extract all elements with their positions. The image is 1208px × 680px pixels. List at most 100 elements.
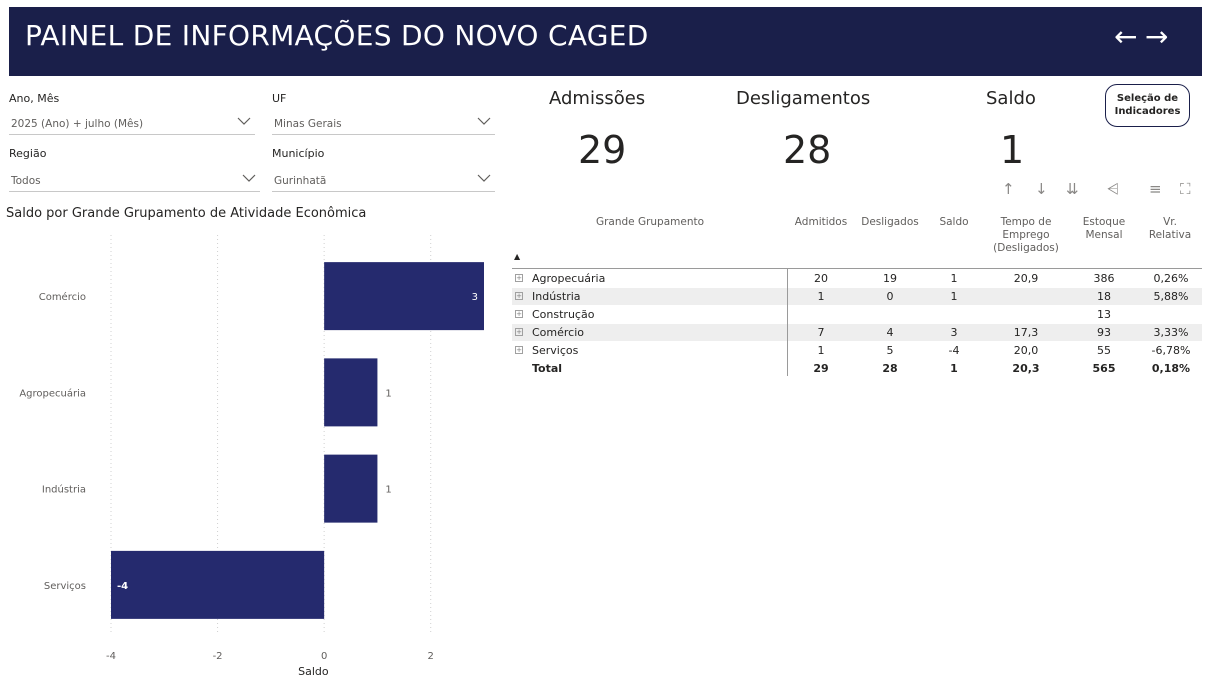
table-row[interactable]: + Comércio 7 4 3 17,3 93 3,33%	[512, 324, 1202, 341]
expand-row-icon[interactable]: +	[515, 310, 523, 318]
cell-saldo: 1	[950, 290, 958, 303]
filter-icon[interactable]: ≡	[1149, 182, 1162, 197]
cell-admitidos: 7	[817, 326, 825, 339]
x-tick-label: -2	[213, 651, 223, 662]
x-tick-label: 0	[321, 651, 327, 662]
table-row[interactable]: + Agropecuária 20 19 1 20,9 386 0,26%	[512, 270, 1202, 287]
hierarchy-icon[interactable]: ⩤	[1107, 182, 1119, 197]
saldo-bar-chart: -4 -2 0 2 Saldo Comércio 3 Agropecuária 1 Indústr…	[19, 235, 484, 678]
kpi-desligamentos-value: 28	[783, 128, 832, 172]
cell-saldo: -4	[948, 344, 960, 357]
chevron-down-icon	[477, 174, 491, 182]
row-name: Agropecuária	[532, 272, 606, 285]
header-vr-line2: Relativa	[1148, 229, 1192, 241]
cell-vr: 3,33%	[1153, 326, 1189, 339]
header-saldo[interactable]: Saldo	[932, 216, 976, 229]
x-tick-label: 2	[428, 651, 434, 662]
row-name: Comércio	[532, 326, 585, 339]
kpi-saldo-value: 1	[1000, 128, 1025, 172]
cell-admitidos: 1	[817, 344, 825, 357]
header-desligados[interactable]: Desligados	[855, 216, 925, 229]
header-tempo-emprego[interactable]: Tempo de Emprego (Desligados)	[986, 216, 1066, 255]
cell-estoque: 565	[1092, 362, 1116, 375]
selecao-label-line2: Indicadores	[1114, 106, 1181, 117]
table-row[interactable]: + Indústria 1 0 1 18 5,88%	[512, 288, 1202, 305]
row-name: Total	[532, 362, 563, 375]
row-name: Construção	[532, 308, 595, 321]
cell-estoque: 55	[1097, 344, 1111, 357]
regiao-dropdown[interactable]: Todos	[9, 170, 260, 192]
kpi-admissoes-value: 29	[578, 128, 627, 172]
cell-saldo: 1	[950, 362, 958, 375]
cell-saldo: 3	[950, 326, 958, 339]
selecao-label-line1: Seleção de	[1116, 93, 1179, 104]
kpi-admissoes-label: Admissões	[549, 88, 646, 109]
selecao-indicadores-button[interactable]: Seleção de Indicadores	[1105, 84, 1190, 127]
chevron-down-icon	[237, 117, 251, 125]
focus-mode-icon[interactable]: ⛶	[1180, 182, 1191, 197]
column-divider	[787, 269, 788, 376]
expand-row-icon[interactable]: +	[515, 274, 523, 282]
cell-tempo: 17,3	[1013, 326, 1039, 339]
sort-up-icon[interactable]: ↑	[1002, 182, 1015, 197]
cell-admitidos: 1	[817, 290, 825, 303]
data-label: 1	[385, 485, 391, 496]
category-label: Comércio	[39, 291, 86, 303]
cell-tempo: 20,9	[1013, 272, 1039, 285]
page-title: PAINEL DE INFORMAÇÕES DO NOVO CAGED	[25, 19, 649, 52]
cell-vr: 0,18%	[1151, 362, 1191, 375]
municipio-label: Município	[272, 147, 325, 160]
ano-mes-dropdown[interactable]: 2025 (Ano) + julho (Mês)	[9, 113, 255, 135]
table-row[interactable]: + Serviços 1 5 -4 20,0 55 -6,78%	[512, 342, 1202, 359]
cell-desligados: 4	[886, 326, 894, 339]
municipio-value: Gurinhatã	[274, 175, 327, 187]
sort-down-icon[interactable]: ↓	[1035, 182, 1048, 197]
data-label: 3	[472, 292, 478, 303]
header-tempo-line1: Tempo de	[1000, 216, 1052, 228]
expand-row-icon[interactable]: +	[515, 292, 523, 300]
chevron-down-icon	[477, 117, 491, 125]
ano-mes-label: Ano, Mês	[9, 92, 60, 105]
sort-ascending-icon: ▲	[514, 252, 521, 261]
cell-estoque: 386	[1093, 272, 1115, 285]
expand-all-icon[interactable]: ⇊	[1066, 182, 1079, 197]
data-label: 1	[385, 388, 391, 399]
header-admitidos[interactable]: Admitidos	[789, 216, 853, 229]
cell-estoque: 18	[1097, 290, 1111, 303]
header-bar: PAINEL DE INFORMAÇÕES DO NOVO CAGED ← →	[9, 7, 1202, 76]
expand-row-icon[interactable]: +	[515, 328, 523, 336]
expand-row-icon[interactable]: +	[515, 346, 523, 354]
header-tempo-line3: (Desligados)	[993, 242, 1059, 254]
header-grupamento[interactable]: Grande Grupamento	[580, 216, 720, 229]
table-row[interactable]: + Construção 13	[512, 306, 1202, 323]
cell-desligados: 5	[886, 344, 894, 357]
regiao-value: Todos	[11, 175, 41, 187]
category-label: Indústria	[42, 484, 86, 496]
row-name: Indústria	[532, 290, 581, 303]
cell-vr: 0,26%	[1153, 272, 1189, 285]
row-name: Serviços	[532, 344, 579, 357]
bar	[324, 454, 378, 523]
cell-tempo: 20,0	[1013, 344, 1039, 357]
kpi-saldo-label: Saldo	[986, 88, 1036, 109]
category-label: Agropecuária	[19, 387, 86, 399]
cell-saldo: 1	[950, 272, 958, 285]
chevron-down-icon	[242, 174, 256, 182]
header-vr-relativa[interactable]: Vr. Relativa	[1140, 216, 1200, 242]
municipio-dropdown[interactable]: Gurinhatã	[272, 170, 495, 192]
uf-dropdown[interactable]: Minas Gerais	[272, 113, 495, 135]
cell-estoque: 93	[1097, 326, 1111, 339]
cell-vr: 5,88%	[1153, 290, 1189, 303]
table-total-row[interactable]: Total 29 28 1 20,3 565 0,18%	[512, 360, 1202, 377]
header-estoque-line1: Estoque	[1082, 216, 1126, 228]
bar	[324, 262, 484, 331]
header-estoque-line2: Mensal	[1085, 229, 1123, 241]
forward-arrow-icon[interactable]: →	[1145, 23, 1168, 51]
header-estoque[interactable]: Estoque Mensal	[1074, 216, 1134, 242]
bar	[324, 358, 378, 427]
header-vr-line1: Vr.	[1163, 216, 1177, 228]
uf-label: UF	[272, 92, 287, 105]
cell-admitidos: 29	[813, 362, 829, 375]
category-label: Serviços	[44, 581, 86, 592]
back-arrow-icon[interactable]: ←	[1114, 23, 1137, 51]
